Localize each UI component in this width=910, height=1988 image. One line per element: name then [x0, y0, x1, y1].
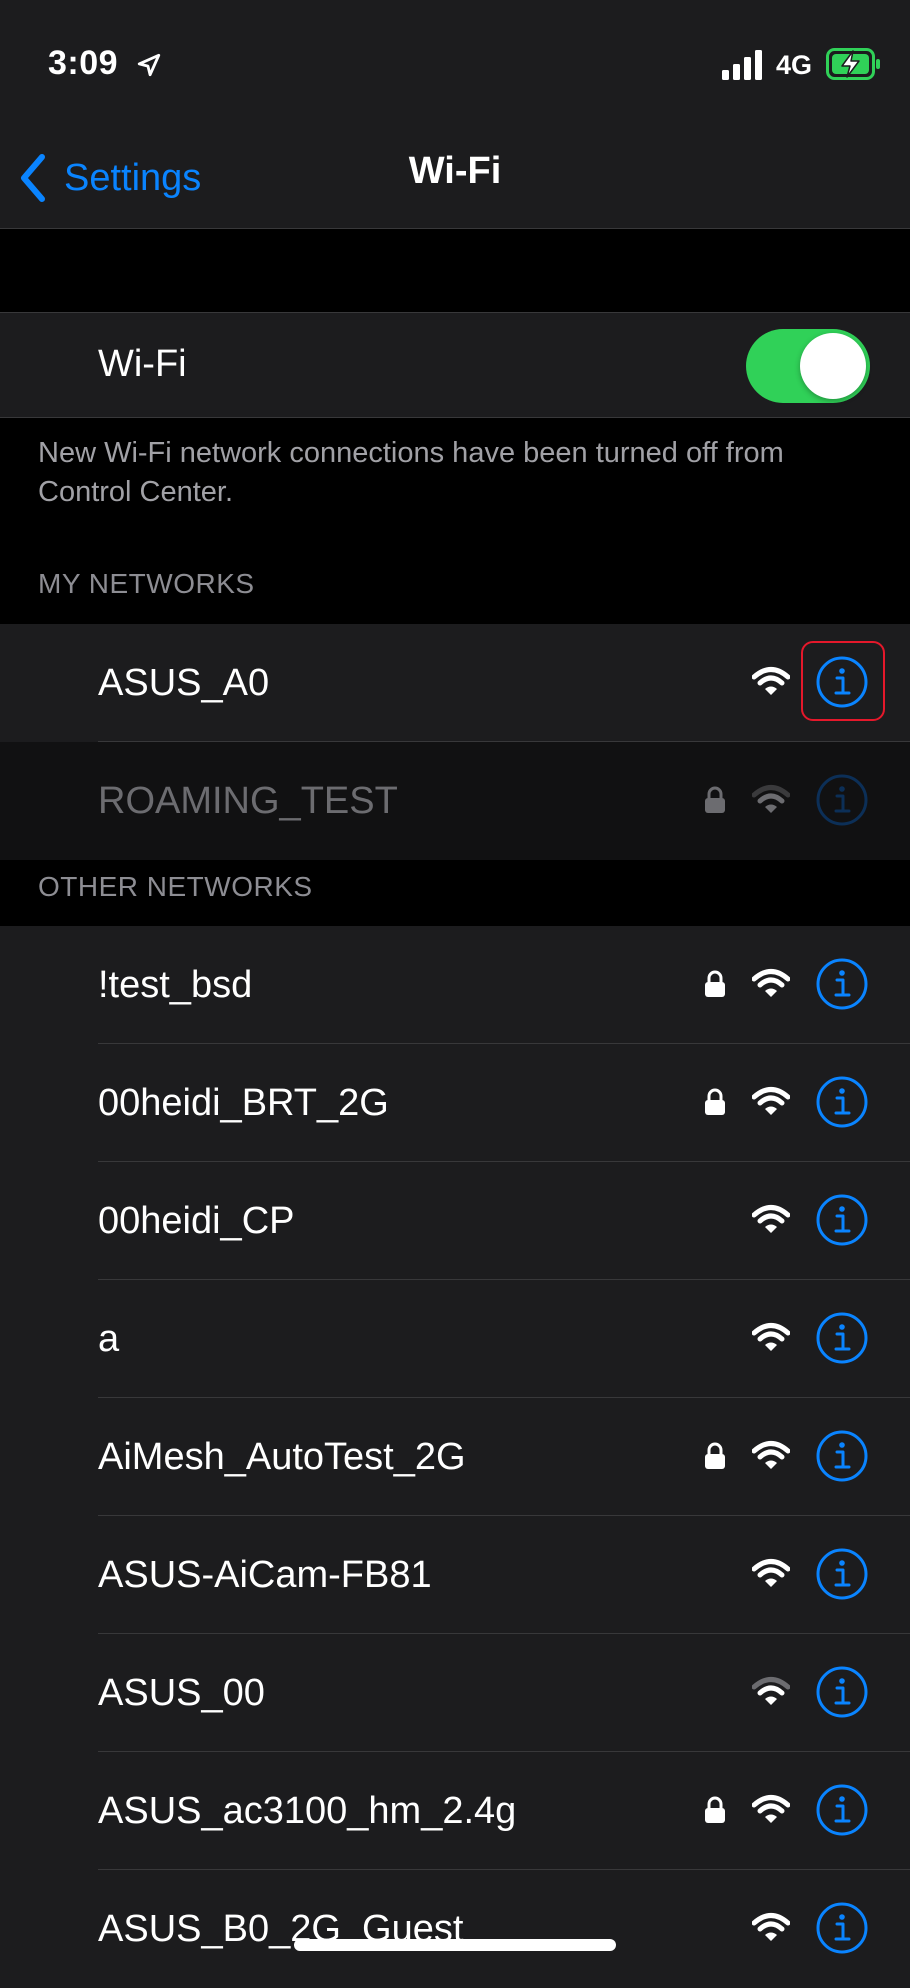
network-row[interactable]: ASUS_00: [0, 1634, 910, 1752]
info-icon[interactable]: [816, 1902, 868, 1954]
other-networks-header: OTHER NETWORKS: [38, 871, 313, 902]
wifi-signal-icon: [752, 1323, 790, 1351]
info-button-highlight: [801, 641, 885, 721]
info-icon[interactable]: [816, 958, 868, 1010]
toggle-knob: [800, 333, 866, 399]
lock-icon: [705, 786, 725, 813]
wifi-signal-icon: [752, 1677, 790, 1705]
page-title: Wi-Fi: [408, 150, 502, 192]
wifi-signal-icon: [752, 1441, 790, 1469]
network-row[interactable]: 00heidi_BRT_2G: [0, 1044, 910, 1162]
wifi-toggle-label: Wi-Fi: [98, 343, 187, 385]
info-icon[interactable]: [816, 1666, 868, 1718]
cellular-signal-icon: [722, 50, 762, 80]
network-row[interactable]: AiMesh_AutoTest_2G: [0, 1398, 910, 1516]
lock-icon: [705, 1442, 725, 1469]
info-icon[interactable]: [816, 1548, 868, 1600]
info-icon[interactable]: [816, 1784, 868, 1836]
network-row[interactable]: !test_bsd: [0, 926, 910, 1044]
section-spacer: [0, 229, 910, 312]
network-name: a: [98, 1318, 120, 1360]
network-row[interactable]: ASUS_B0_2G_Guest: [0, 1870, 910, 1988]
wifi-signal-icon: [752, 1205, 790, 1233]
network-name: 00heidi_CP: [98, 1200, 295, 1242]
network-name: ASUS_B0_2G_Guest: [98, 1908, 464, 1950]
wifi-signal-icon: [752, 667, 790, 695]
network-row[interactable]: ASUS_ac3100_hm_2.4g: [0, 1752, 910, 1870]
lock-icon: [705, 1796, 725, 1823]
wifi-toggle-switch[interactable]: [746, 329, 870, 403]
wifi-signal-icon: [752, 1795, 790, 1823]
network-name: 00heidi_BRT_2G: [98, 1082, 389, 1124]
network-name: ASUS_ac3100_hm_2.4g: [98, 1790, 517, 1832]
network-row[interactable]: a: [0, 1280, 910, 1398]
network-row[interactable]: ASUS_A0: [0, 624, 910, 742]
location-arrow-icon: [137, 53, 161, 77]
wifi-signal-icon: [752, 785, 790, 813]
wifi-signal-icon: [752, 969, 790, 997]
my-networks-header: MY NETWORKS: [38, 568, 255, 599]
home-indicator: [294, 1939, 616, 1951]
info-icon[interactable]: [816, 1312, 868, 1364]
status-time: 3:09: [48, 44, 119, 82]
wifi-signal-icon: [752, 1087, 790, 1115]
network-name: ASUS_00: [98, 1672, 265, 1714]
network-row[interactable]: ROAMING_TEST: [0, 742, 910, 860]
network-type: 4G: [776, 50, 813, 80]
network-row[interactable]: ASUS-AiCam-FB81: [0, 1516, 910, 1634]
wifi-signal-icon: [752, 1913, 790, 1941]
network-name: AiMesh_AutoTest_2G: [98, 1436, 466, 1478]
other-networks-list: !test_bsd 00heidi_BRT_2G 00heidi_CPa AiMesh…: [0, 926, 910, 1988]
info-icon[interactable]: [816, 1430, 868, 1482]
network-name: ROAMING_TEST: [98, 780, 398, 822]
info-icon[interactable]: [816, 1194, 868, 1246]
my-networks-list: ASUS_A0 ROAMING_TEST: [0, 624, 910, 860]
network-name: ASUS-AiCam-FB81: [98, 1554, 432, 1596]
control-center-notice: New Wi-Fi network connections have been …: [38, 437, 784, 508]
navigation-bar: Settings Wi-Fi: [0, 110, 910, 229]
network-name: ASUS_A0: [98, 662, 270, 704]
network-name: !test_bsd: [98, 964, 253, 1006]
info-icon[interactable]: [816, 774, 868, 826]
info-icon[interactable]: [816, 1076, 868, 1128]
network-row[interactable]: 00heidi_CP: [0, 1162, 910, 1280]
lock-icon: [705, 1088, 725, 1115]
wifi-signal-icon: [752, 1559, 790, 1587]
wifi-toggle-row: Wi-Fi: [0, 312, 910, 418]
status-bar: 3:09 4G: [0, 0, 910, 110]
lock-icon: [705, 970, 725, 997]
battery-charging-icon: [826, 48, 880, 80]
